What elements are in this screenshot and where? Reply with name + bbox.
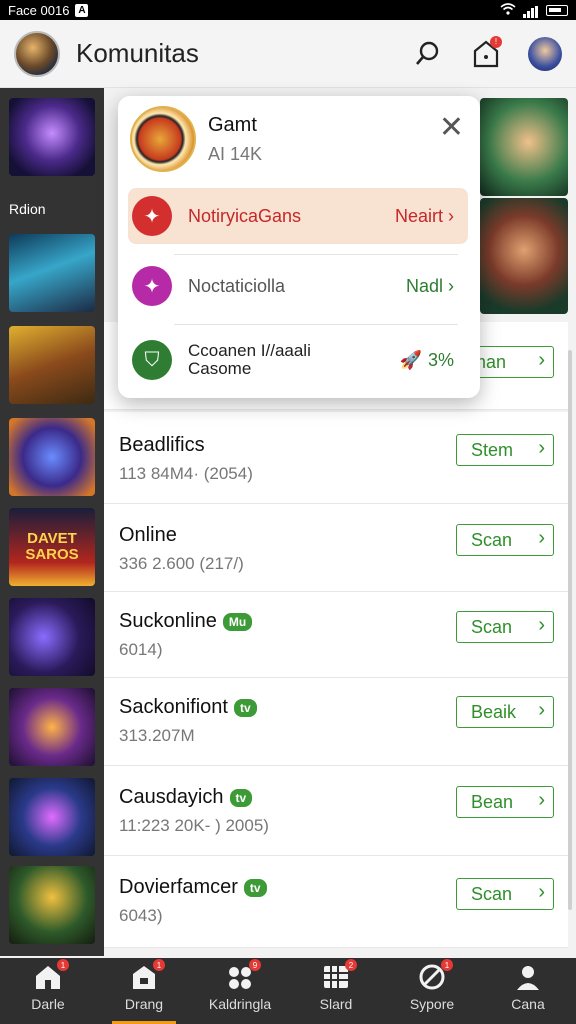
game-thumbnail[interactable] (9, 326, 95, 404)
ball-icon: 1 (417, 959, 453, 991)
nav-item-sypore[interactable]: 1 Sypore (384, 958, 480, 1024)
page-title: Komunitas (76, 38, 199, 68)
row-action-button[interactable]: Scan › (456, 878, 554, 910)
row-subtitle: 313.207M (119, 726, 195, 745)
compass-icon: ✦ (132, 196, 172, 236)
row-name: Beadlifics (119, 434, 205, 456)
chevron-right-icon: › (538, 881, 545, 903)
game-thumbnail[interactable]: DAVET SAROS (9, 508, 95, 586)
profile-icon (513, 963, 543, 991)
header-badge: ! (490, 35, 502, 48)
row-subtitle: 6014) (119, 640, 163, 659)
close-icon[interactable]: ✕ (439, 110, 464, 145)
row-badge: Mu (222, 612, 253, 631)
nav-item-cana[interactable]: Cana (480, 958, 576, 1024)
list-row[interactable]: Sackonifiont tv 313.207M Beaik › (104, 678, 568, 766)
row-subtitle: 336 2.600 (217/) (119, 554, 244, 573)
row-subtitle: 11:223 20K- ) 2005) (119, 816, 269, 835)
shield-icon: ⛉ (132, 340, 172, 380)
popup-item-second[interactable]: ✦ Noctaticiolla Nadl › (128, 258, 468, 314)
home-icon: 1 (33, 959, 69, 991)
row-subtitle: 6043) (119, 906, 163, 925)
background-art (480, 98, 568, 196)
row-subtitle: 113 84M4· (2054) (119, 464, 253, 483)
rocket-icon: 🚀 (399, 349, 422, 370)
community-avatar[interactable] (14, 30, 60, 77)
chevron-right-icon: › (538, 699, 545, 721)
store-icon: 1 (129, 959, 165, 991)
wifi-icon (500, 2, 516, 18)
divider (174, 254, 458, 255)
bottom-navigation: 1 Darle 1 Drang 9 Kaldringla 2 Slard 1 S… (0, 958, 576, 1024)
game-thumbnail[interactable] (9, 866, 95, 944)
chevron-right-icon: › (538, 437, 545, 459)
divider (174, 324, 458, 325)
row-action-button[interactable]: Bean › (456, 786, 554, 818)
battery-icon (546, 4, 568, 16)
row-badge: tv (229, 788, 253, 807)
thumbnail-banner-text: DAVET SAROS (25, 530, 79, 563)
row-action-button[interactable]: Stem › (456, 434, 554, 466)
group-icon: 9 (225, 959, 261, 991)
row-action-button[interactable]: Scan › (456, 524, 554, 556)
nav-item-drang[interactable]: 1 Drang (96, 958, 192, 1024)
row-action-button[interactable]: Scan › (456, 611, 554, 643)
game-logo (130, 106, 196, 172)
list-row[interactable]: Beadlifics 113 84M4· (2054) Stem › (104, 412, 568, 504)
nav-item-darle[interactable]: 1 Darle (0, 958, 96, 1024)
game-thumbnail[interactable] (9, 688, 95, 766)
list-row[interactable]: Online 336 2.600 (217/) Scan › (104, 504, 568, 592)
signal-icon (523, 3, 539, 18)
row-action-button[interactable]: Beaik › (456, 696, 554, 728)
game-thumbnail[interactable] (9, 418, 95, 496)
list-row[interactable]: Suckonline Mu 6014) Scan › (104, 592, 568, 678)
nav-item-slard[interactable]: 2 Slard (288, 958, 384, 1024)
game-thumbnail-column: Rdion DAVET SAROS (0, 88, 104, 956)
profile-avatar[interactable] (528, 36, 562, 71)
popup-game-name: Gamt (208, 114, 257, 136)
game-thumbnail[interactable] (9, 234, 95, 312)
grid-icon: 2 (321, 959, 357, 991)
popup-item-third[interactable]: ⛉ Ccoanen I//aaali Casome 🚀 3% (128, 332, 468, 388)
row-badge: tv (243, 878, 267, 897)
game-thumbnail[interactable] (9, 98, 95, 176)
nav-item-kaldringla[interactable]: 9 Kaldringla (192, 958, 288, 1024)
list-row[interactable]: Causdayich tv 11:223 20K- ) 2005) Bean › (104, 766, 568, 856)
game-popup-card: Gamt AI 14K ✕ ✦ NotiryicaGans Neairt › ✦… (118, 96, 480, 398)
search-icon[interactable] (412, 38, 444, 70)
status-left-text: Face 0016 (8, 2, 70, 18)
chevron-right-icon: › (538, 614, 545, 636)
popup-item-notifications[interactable]: ✦ NotiryicaGans Neairt › (128, 188, 468, 244)
background-art (480, 198, 568, 314)
row-badge: tv (233, 698, 257, 717)
game-thumbnail[interactable] (9, 598, 95, 676)
row-name: Causdayich (119, 786, 224, 808)
thumbnail-label: Rdion (9, 201, 46, 217)
star-icon: ✦ (132, 266, 172, 306)
popup-game-stat: AI 14K (208, 144, 263, 164)
chevron-right-icon: › (538, 527, 545, 549)
app-header: Komunitas ! (0, 20, 576, 88)
chevron-right-icon: › (538, 789, 545, 811)
notification-home-icon[interactable]: ! (470, 35, 502, 70)
scrollbar[interactable] (568, 350, 572, 910)
status-bar: Face 0016 A (0, 0, 576, 20)
row-name: Dovierfamcer (119, 876, 238, 898)
notification-app-icon: A (75, 3, 89, 17)
row-name: Sackonifiont (119, 696, 228, 718)
game-thumbnail[interactable] (9, 778, 95, 856)
row-name: Online (119, 524, 177, 546)
list-row[interactable]: Dovierfamcer tv 6043) Scan › (104, 856, 568, 948)
row-name: Suckonline (119, 610, 217, 632)
